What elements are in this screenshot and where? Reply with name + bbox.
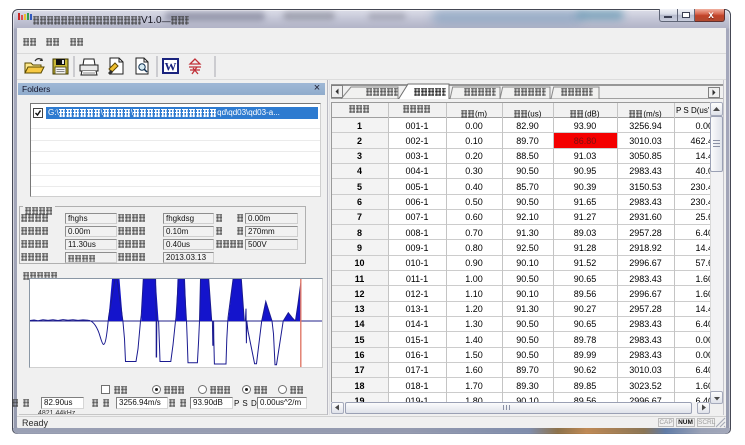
svg-text:W: W bbox=[165, 60, 177, 74]
